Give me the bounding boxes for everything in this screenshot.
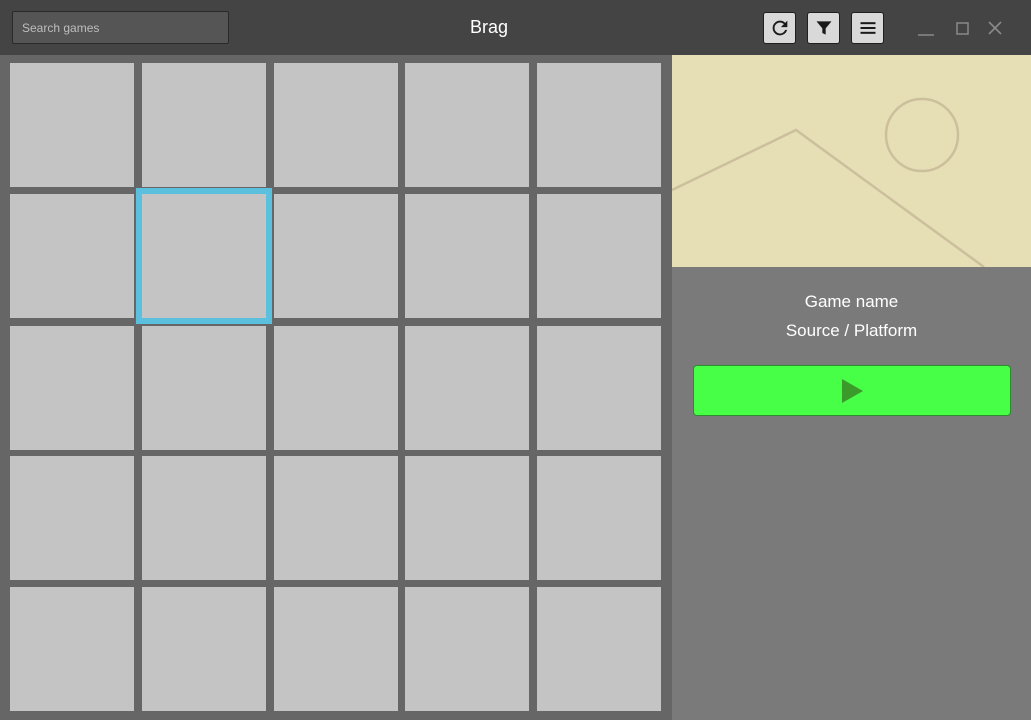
game-tile[interactable]	[142, 587, 266, 711]
game-tile-selected[interactable]	[136, 188, 272, 324]
game-grid	[0, 55, 672, 720]
game-tile[interactable]	[10, 326, 134, 450]
game-tile[interactable]	[10, 63, 134, 187]
minimize-icon	[918, 34, 934, 36]
game-tile[interactable]	[405, 587, 529, 711]
play-button[interactable]	[693, 365, 1011, 416]
game-tile[interactable]	[537, 587, 661, 711]
game-tile[interactable]	[537, 194, 661, 318]
game-tile[interactable]	[142, 326, 266, 450]
search-input[interactable]	[12, 11, 229, 44]
game-tile[interactable]	[537, 326, 661, 450]
game-tile[interactable]	[405, 63, 529, 187]
window-title: Brag	[469, 17, 509, 37]
game-detail-panel: Game name Source / Platform	[672, 55, 1031, 720]
close-button[interactable]	[984, 17, 1006, 39]
game-tile[interactable]	[10, 456, 134, 580]
minimize-button[interactable]	[915, 17, 937, 39]
game-tile[interactable]	[10, 194, 134, 318]
game-tile[interactable]	[142, 63, 266, 187]
maximize-button[interactable]	[951, 17, 973, 39]
filter-icon	[816, 21, 831, 35]
game-tile[interactable]	[537, 63, 661, 187]
maximize-icon	[956, 22, 969, 35]
app-window: Brag	[0, 0, 1031, 720]
game-tile[interactable]	[537, 456, 661, 580]
filter-button[interactable]	[807, 12, 840, 44]
game-tile[interactable]	[274, 587, 398, 711]
menu-button[interactable]	[851, 12, 884, 44]
game-tile[interactable]	[405, 456, 529, 580]
hamburger-menu-icon	[860, 22, 875, 34]
image-placeholder-icon	[672, 55, 1031, 267]
game-tile[interactable]	[10, 587, 134, 711]
game-tile[interactable]	[274, 326, 398, 450]
refresh-icon	[772, 20, 787, 36]
play-icon	[842, 378, 863, 403]
game-name: Game name	[804, 292, 899, 311]
close-icon	[988, 21, 1002, 35]
game-source-platform: Source / Platform	[785, 321, 918, 340]
game-tile[interactable]	[274, 63, 398, 187]
game-tile[interactable]	[274, 456, 398, 580]
game-tile[interactable]	[274, 194, 398, 318]
game-tile[interactable]	[405, 326, 529, 450]
game-tile[interactable]	[142, 456, 266, 580]
refresh-button[interactable]	[763, 12, 796, 44]
game-tile[interactable]	[405, 194, 529, 318]
title-bar: Brag	[0, 0, 1031, 55]
